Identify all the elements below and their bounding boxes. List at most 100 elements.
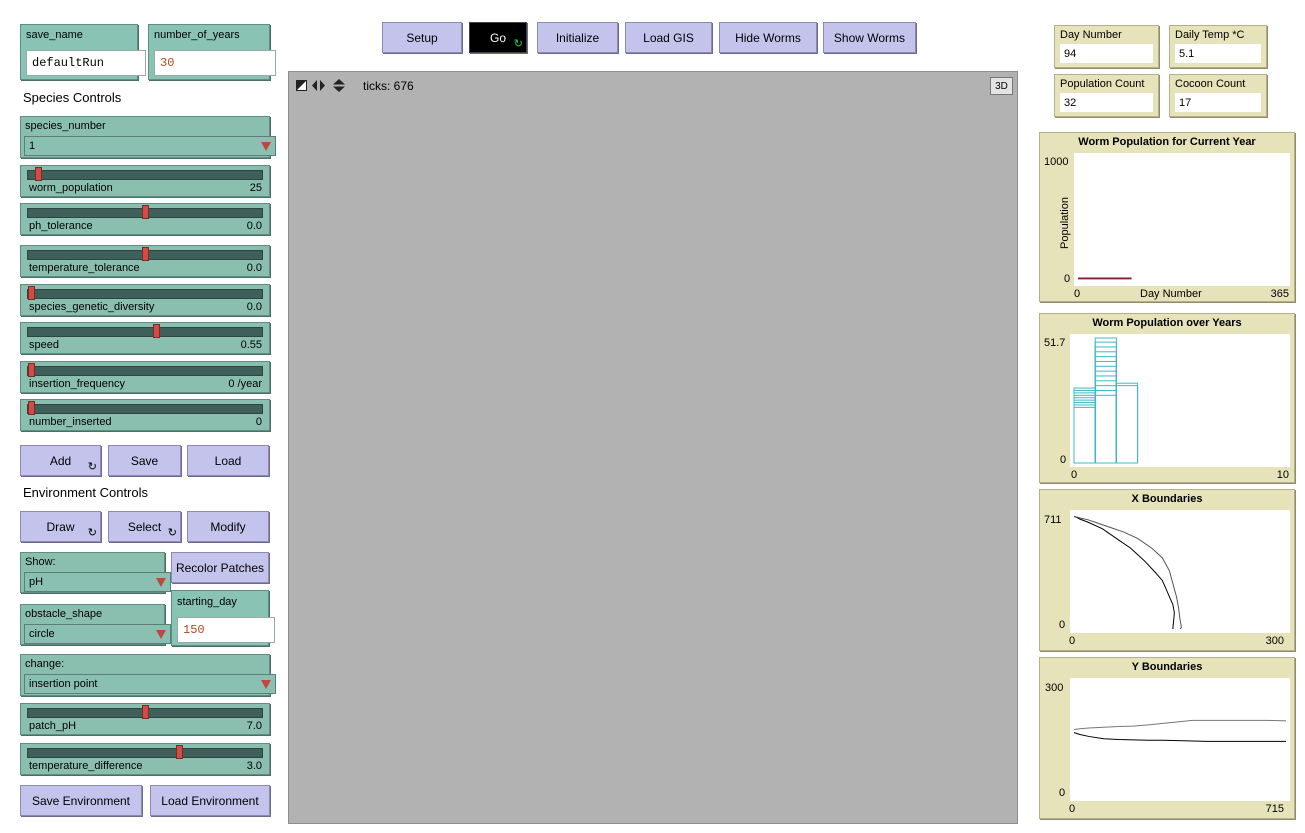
patch-ph-slider[interactable]: patch_pH 7.0 — [20, 703, 270, 735]
series-line-2 — [1073, 719, 1286, 731]
x-max-label: 300 — [1265, 635, 1284, 647]
load-gis-button[interactable]: Load GIS — [625, 22, 712, 53]
y-max-label: 300 — [1045, 682, 1064, 694]
plot-area — [1070, 510, 1290, 633]
slider-track[interactable] — [27, 247, 263, 261]
monitor-value: 94 — [1060, 44, 1153, 63]
slider-label: insertion_frequency — [29, 378, 126, 390]
show-chooser[interactable]: Show: pH — [20, 552, 171, 593]
slider-label: patch_pH — [29, 720, 77, 732]
obstacle-shape-select[interactable]: circle — [24, 624, 171, 644]
histogram-bar — [1094, 375, 1117, 464]
species-number-select[interactable]: 1 — [24, 136, 276, 156]
save-name-field[interactable]: defaultRun — [26, 50, 146, 76]
zoom-icon[interactable] — [296, 80, 307, 91]
slider-thumb[interactable] — [141, 247, 149, 261]
species-genetic-diversity-slider[interactable]: species_genetic_diversity 0.0 — [20, 284, 270, 316]
slider-track[interactable] — [27, 705, 263, 719]
series-line-1 — [1073, 515, 1175, 629]
show-select[interactable]: pH — [24, 572, 171, 592]
histogram-bar — [1094, 341, 1117, 464]
initialize-button[interactable]: Initialize — [537, 22, 618, 53]
slider-thumb[interactable] — [175, 745, 183, 759]
forever-icon: ↻ — [87, 461, 97, 473]
slider-thumb[interactable] — [141, 205, 149, 219]
forever-icon: ↻ — [167, 527, 177, 539]
save-environment-button[interactable]: Save Environment — [20, 785, 142, 816]
slider-thumb[interactable] — [34, 167, 42, 181]
number-inserted-slider[interactable]: number_inserted 0 — [20, 399, 270, 431]
add-button[interactable]: Add ↻ — [20, 445, 101, 476]
slider-track[interactable] — [27, 401, 263, 415]
histogram-bar — [1115, 382, 1139, 464]
day-number-monitor: Day Number 94 — [1054, 25, 1159, 68]
load-button[interactable]: Load — [187, 445, 269, 476]
world-view[interactable]: ticks: 676 3D — [288, 71, 1018, 824]
temperature-tolerance-slider[interactable]: temperature_tolerance 0.0 — [20, 245, 270, 277]
slider-label: ph_tolerance — [29, 220, 93, 232]
histogram-bar — [1094, 351, 1117, 464]
save-environment-label: Save Environment — [31, 793, 131, 808]
plot-title: Y Boundaries — [1131, 661, 1203, 673]
slider-track[interactable] — [27, 167, 263, 181]
show-worms-button[interactable]: Show Worms — [823, 22, 916, 53]
number-of-years-field[interactable]: 30 — [154, 50, 276, 76]
setup-button[interactable]: Setup — [382, 22, 462, 53]
change-chooser[interactable]: change: insertion point — [20, 654, 276, 696]
slider-track[interactable] — [27, 363, 263, 377]
slider-value: 7.0 — [246, 720, 262, 732]
worm-population-slider[interactable]: worm_population 25 — [20, 165, 270, 197]
histogram-bar — [1073, 402, 1096, 464]
draw-button-label: Draw — [46, 519, 75, 534]
slider-track[interactable] — [27, 324, 263, 338]
y-max-label: 51.7 — [1044, 337, 1066, 349]
monitor-value: 32 — [1060, 93, 1153, 112]
obstacle-shape-chooser[interactable]: obstacle_shape circle — [20, 604, 171, 645]
speed-slider[interactable]: speed 0.55 — [20, 322, 270, 354]
histogram-bar — [1094, 389, 1117, 464]
x-max-label: 365 — [1270, 288, 1289, 300]
temperature-difference-slider[interactable]: temperature_difference 3.0 — [20, 743, 270, 775]
slider-label: worm_population — [29, 182, 113, 194]
y-boundaries-plot: Y Boundaries 300 0 0 715 — [1039, 657, 1295, 819]
slider-value: 0.0 — [246, 301, 262, 313]
slider-value: 0.0 — [246, 220, 262, 232]
load-gis-button-label: Load GIS — [643, 30, 694, 45]
slider-track[interactable] — [27, 286, 263, 300]
slider-thumb[interactable] — [28, 401, 35, 415]
pan-vertical-icon[interactable] — [333, 79, 345, 92]
ph-tolerance-slider[interactable]: ph_tolerance 0.0 — [20, 203, 270, 235]
save-button-label: Save — [130, 453, 159, 468]
starting-day-field[interactable]: 150 — [177, 617, 275, 643]
slider-label: temperature_difference — [29, 760, 143, 772]
slider-thumb[interactable] — [141, 705, 149, 719]
slider-thumb[interactable] — [28, 363, 35, 377]
hide-worms-button[interactable]: Hide Worms — [719, 22, 817, 53]
y-min-label: 0 — [1059, 787, 1066, 799]
insertion-frequency-slider[interactable]: insertion_frequency 0 /year — [20, 361, 270, 393]
histogram-bar — [1073, 389, 1096, 464]
go-button[interactable]: Go ↻ — [469, 22, 527, 53]
save-button[interactable]: Save — [108, 445, 181, 476]
change-select[interactable]: insertion point — [24, 674, 276, 694]
plot-area — [1074, 153, 1290, 286]
monitor-label: Daily Temp *C — [1175, 29, 1245, 41]
modify-button[interactable]: Modify — [187, 511, 269, 542]
slider-track[interactable] — [27, 745, 263, 759]
plot-title: Worm Population over Years — [1092, 317, 1242, 329]
slider-track[interactable] — [27, 205, 263, 219]
3d-view-button[interactable]: 3D — [990, 77, 1013, 95]
load-environment-button[interactable]: Load Environment — [150, 785, 270, 816]
recolor-patches-button[interactable]: Recolor Patches — [171, 552, 269, 583]
species-number-chooser[interactable]: species_number 1 — [20, 116, 276, 158]
change-value: insertion point — [29, 678, 98, 690]
draw-button[interactable]: Draw ↻ — [20, 511, 101, 542]
show-value: pH — [29, 576, 44, 588]
pan-horizontal-icon[interactable] — [312, 80, 325, 91]
slider-thumb[interactable] — [152, 324, 160, 338]
setup-button-label: Setup — [406, 30, 438, 45]
y-max-label: 711 — [1044, 514, 1062, 526]
slider-thumb[interactable] — [28, 286, 35, 300]
select-button[interactable]: Select ↻ — [108, 511, 181, 542]
plot-area — [1070, 678, 1290, 801]
